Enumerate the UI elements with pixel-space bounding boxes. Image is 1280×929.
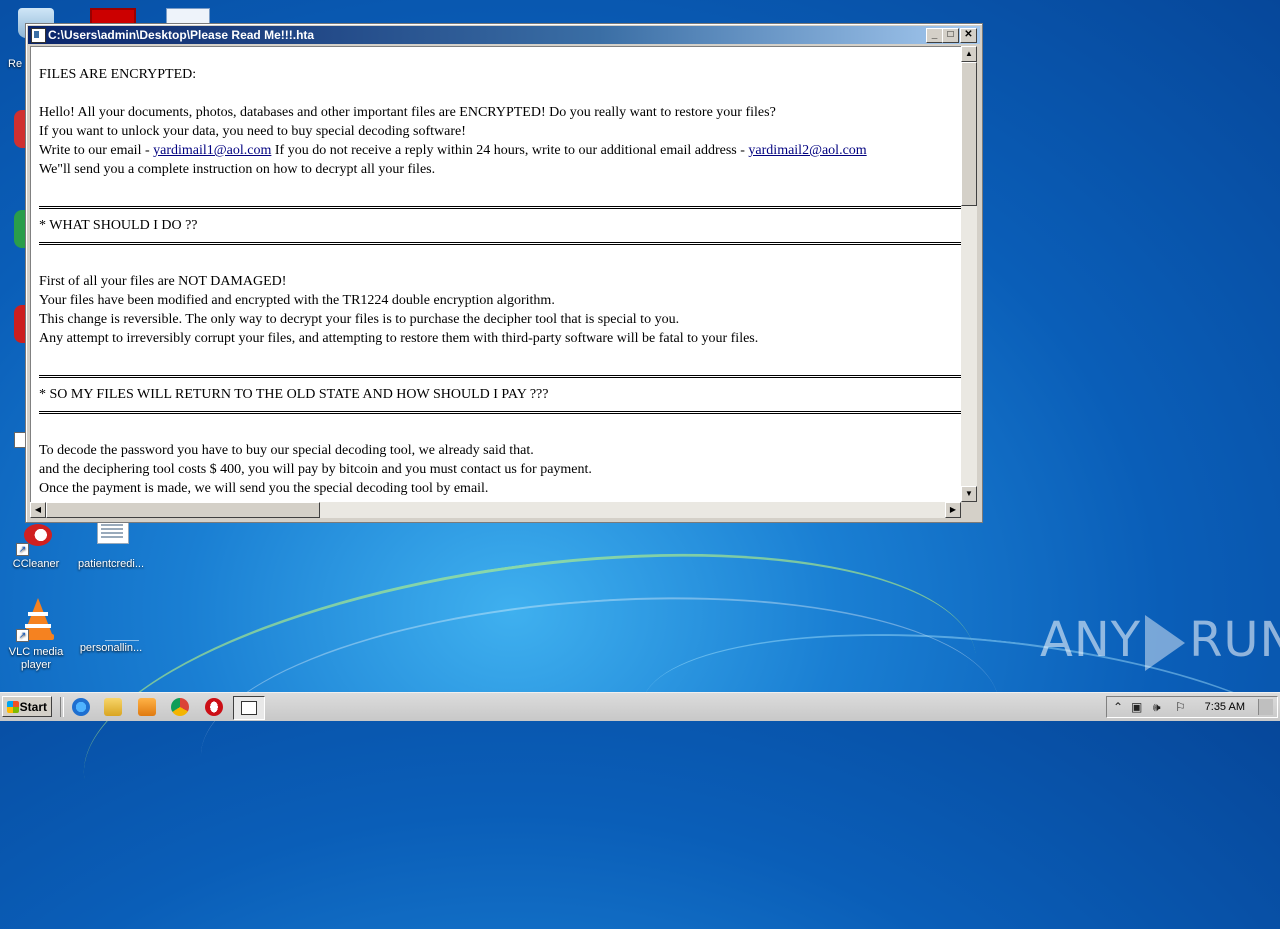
desktop: { "window": { "title": "C:\\Users\\admin… [0,0,1280,929]
show-hidden-icons-icon[interactable]: ⌃ [1113,701,1123,713]
taskbar-separator [60,697,64,717]
note-intro-email-line: Write to our email - yardimail1@aol.com … [39,141,961,160]
document-icon [93,602,139,641]
start-button[interactable]: Start [2,696,52,717]
window-content-area: FILES ARE ENCRYPTED: Hello! All your doc… [30,46,963,503]
wallpaper-streak [191,572,1009,890]
note-intro-line: Hello! All your documents, photos, datab… [39,105,776,120]
media-player-icon[interactable] [138,698,156,716]
scrollbar-corner [961,502,977,518]
minimize-button[interactable]: _ [926,28,943,43]
taskbar-clock[interactable]: 7:35 AM [1205,697,1245,718]
section-line: Once the payment is made, we will send y… [39,481,489,496]
desktop-icon-label: personallin... [79,642,143,654]
section-line: To decode the password you have to buy o… [39,443,534,458]
section-heading: * SO MY FILES WILL RETURN TO THE OLD STA… [39,387,549,402]
desktop-icon-ccleaner[interactable]: ↗ CCleaner [4,518,68,571]
horizontal-scrollbar[interactable]: ◀ ▶ [30,502,961,518]
watermark-text-left: ANY [1040,612,1142,668]
window-icon [241,701,257,715]
scroll-up-arrow-icon[interactable]: ▲ [961,46,977,62]
ccleaner-icon: ↗ [16,518,54,556]
email-prefix-text: Write to our email - [39,143,154,158]
note-intro-line: We"ll send you a complete instruction on… [39,162,436,177]
network-icon[interactable]: ▣ [1131,701,1142,713]
email-middle-text: If you do not receive a reply within 24 … [271,143,749,158]
section-line: Any attempt to irreversibly corrupt your… [39,331,759,346]
email-link-secondary[interactable]: yardimail2@aol.com [748,143,866,158]
vertical-scrollbar[interactable]: ▲ ▼ [961,46,977,502]
desktop-icon-label: patientcredi... [77,558,145,570]
desktop-icon-label: VLC media player [8,646,64,671]
window-app-icon[interactable] [31,28,46,43]
opera-icon[interactable] [205,698,223,716]
email-link-primary[interactable]: yardimail1@aol.com [153,143,271,158]
recycle-bin-label: Re [8,58,23,70]
ransom-note: FILES ARE ENCRYPTED: Hello! All your doc… [39,65,961,498]
scroll-down-arrow-icon[interactable]: ▼ [961,486,977,502]
section-line: and the deciphering tool costs $ 400, yo… [39,462,592,477]
volume-icon[interactable]: 🕪 [1153,701,1161,713]
play-icon [1145,615,1186,671]
close-button[interactable]: ✕ [960,28,977,43]
taskbar-window-button[interactable] [233,696,265,720]
action-center-flag-icon[interactable]: ⚐ [1175,701,1186,713]
desktop-icon-patientcredi[interactable]: patientcredi... [76,518,146,571]
window-titlebar[interactable]: C:\Users\admin\Desktop\Please Read Me!!!… [28,26,980,44]
section-heading: * WHAT SHOULD I DO ?? [39,218,198,233]
show-desktop-button[interactable] [1258,699,1273,715]
chrome-icon[interactable] [171,698,189,716]
document-icon [93,518,129,554]
windows-flag-icon [7,701,19,713]
anyrun-watermark: ANY RUN [1040,612,1280,671]
note-intro-line: If you want to unlock your data, you nee… [39,124,466,139]
start-label: Start [19,700,47,714]
note-header: FILES ARE ENCRYPTED: [39,67,197,82]
vlc-cone-icon: ↗ [16,598,54,642]
section-line: First of all your files are NOT DAMAGED! [39,274,287,289]
internet-explorer-icon[interactable] [72,698,90,716]
section-line: Your files have been modified and encryp… [39,293,555,308]
folder-icon[interactable] [104,698,122,716]
desktop-icon-personallin[interactable]: personallin... [76,602,146,655]
taskbar: Start ⌃ ▣ 🕪 ⚐ 7:35 AM [0,692,1280,721]
desktop-icon-vlc[interactable]: ↗ VLC media player [4,598,68,672]
scroll-right-arrow-icon[interactable]: ▶ [945,502,961,518]
scroll-left-arrow-icon[interactable]: ◀ [30,502,46,518]
window-title: C:\Users\admin\Desktop\Please Read Me!!!… [48,28,315,42]
watermark-text-right: RUN [1189,612,1280,668]
system-tray: ⌃ ▣ 🕪 ⚐ 7:35 AM [1106,696,1278,718]
horizontal-scroll-thumb[interactable] [46,502,320,518]
section-line: This change is reversible. The only way … [39,312,680,327]
hta-window: C:\Users\admin\Desktop\Please Read Me!!!… [25,23,983,523]
vertical-scroll-thumb[interactable] [961,62,977,206]
maximize-button[interactable]: □ [942,28,959,43]
desktop-icon-label: CCleaner [12,558,60,570]
